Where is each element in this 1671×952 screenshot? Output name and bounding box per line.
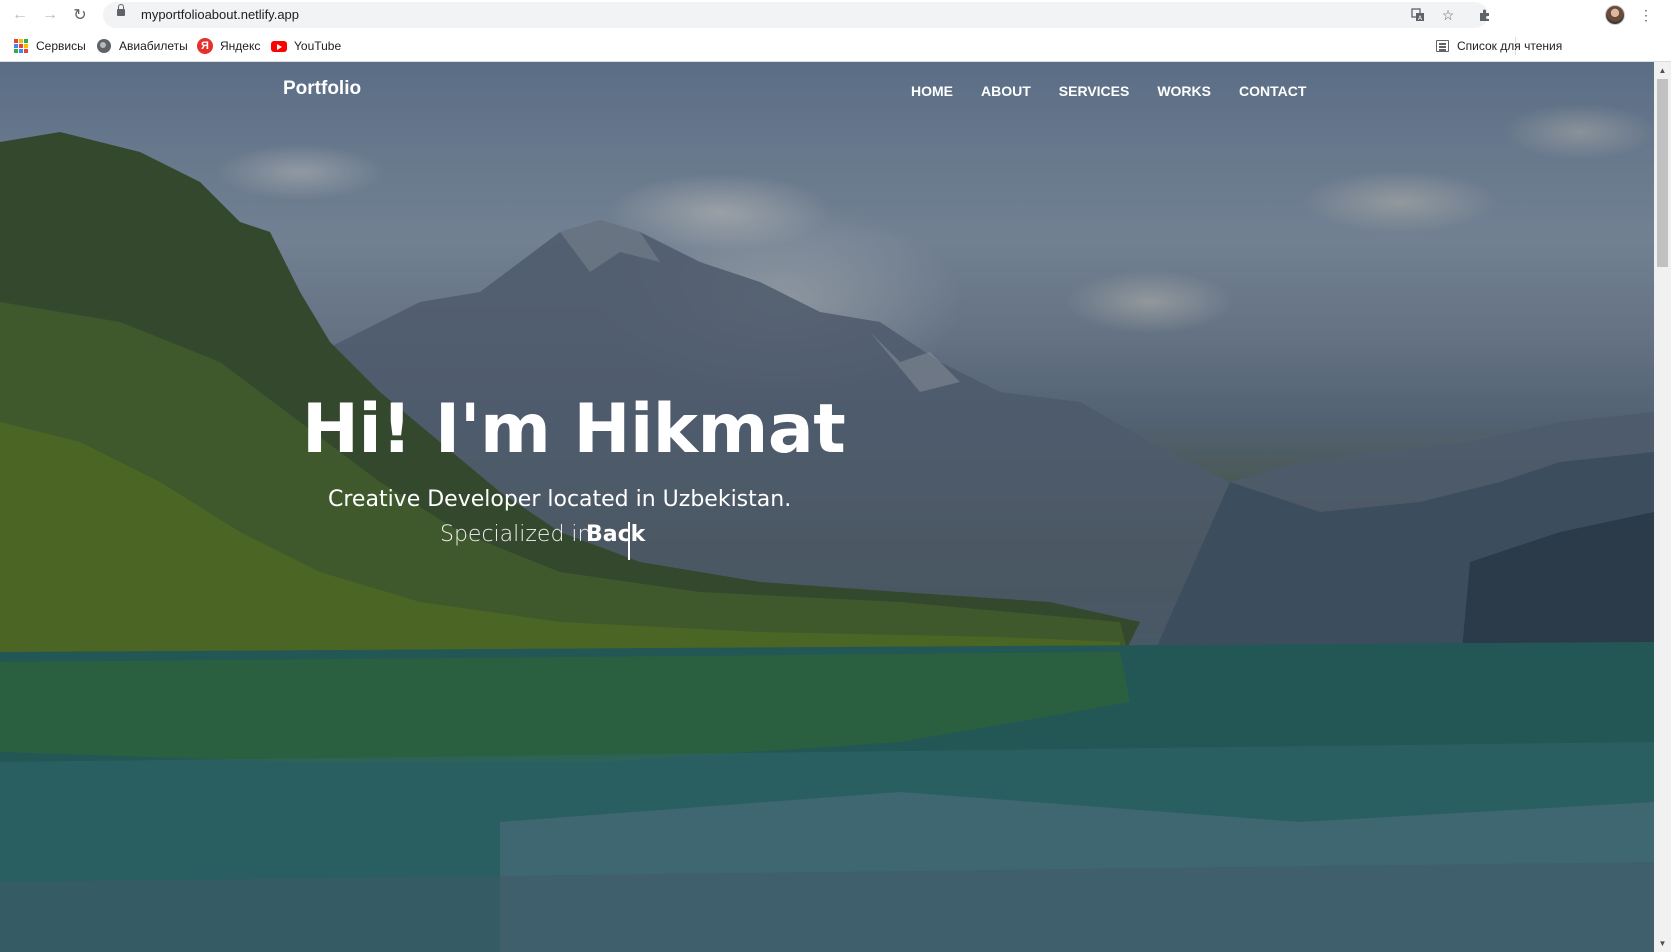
page-scrollbar[interactable]: ▲ ▼ [1654, 62, 1671, 952]
bookmark-label: Авиабилеты [119, 39, 188, 53]
apps-grid-dot [14, 44, 18, 48]
extensions-icon[interactable] [1474, 4, 1496, 26]
browser-toolbar: ← → ↻ myportfolioabout.netlify.app A ☆ ⋮ [0, 0, 1671, 30]
back-icon[interactable]: ← [8, 4, 32, 26]
hero-typed-text: Back [586, 522, 646, 547]
yandex-icon: Я [197, 38, 213, 54]
bookmark-services[interactable]: Сервисы [13, 38, 86, 54]
scroll-up-arrow-icon[interactable]: ▲ [1654, 62, 1671, 79]
youtube-icon [271, 38, 287, 54]
bookmark-label: Яндекс [220, 39, 261, 53]
apps-grid-dot [19, 39, 23, 43]
apps-grid-dot [24, 44, 28, 48]
typing-caret [628, 522, 630, 560]
page-viewport: Portfolio HOME ABOUT SERVICES WORKS CONT… [0, 62, 1654, 952]
forward-icon[interactable]: → [38, 4, 62, 26]
bookmark-star-icon[interactable]: ☆ [1438, 5, 1458, 25]
nav-home[interactable]: HOME [911, 83, 953, 99]
url-text[interactable]: myportfolioabout.netlify.app [141, 7, 299, 22]
bookmark-yandex[interactable]: Я Яндекс [197, 38, 260, 54]
reload-icon[interactable]: ↻ [68, 4, 92, 26]
reading-list-label: Список для чтения [1457, 39, 1563, 53]
reading-list-button[interactable]: Список для чтения [1434, 38, 1562, 54]
apps-grid-dot [19, 49, 23, 53]
hero-dark-overlay [0, 62, 1654, 952]
site-logo[interactable]: Portfolio [283, 78, 361, 100]
hero-specialized-prefix: Specialized in [440, 522, 592, 547]
site-nav: HOME ABOUT SERVICES WORKS CONTACT [911, 83, 1306, 99]
apps-grid-dot [24, 39, 28, 43]
hero-title: Hi! I'm Hikmat [302, 390, 846, 469]
nav-about[interactable]: ABOUT [981, 83, 1031, 99]
bookmarks-bar: Сервисы Авиабилеты Я Яндекс YouTube Спис… [0, 30, 1671, 62]
bookmark-youtube[interactable]: YouTube [271, 38, 341, 54]
bookmark-label: YouTube [294, 39, 342, 53]
apps-grid-dot [19, 44, 23, 48]
menu-kebab-icon[interactable]: ⋮ [1635, 4, 1657, 26]
globe-icon [96, 38, 112, 54]
nav-services[interactable]: SERVICES [1059, 83, 1130, 99]
bookmark-aviabilety[interactable]: Авиабилеты [96, 38, 188, 54]
nav-works[interactable]: WORKS [1157, 83, 1211, 99]
apps-grid-icon [13, 38, 29, 54]
scrollbar-thumb[interactable] [1657, 79, 1668, 267]
bookmark-label: Сервисы [36, 39, 86, 53]
apps-grid-dot [14, 39, 18, 43]
apps-grid-dot [14, 49, 18, 53]
translate-icon[interactable]: A [1408, 5, 1428, 25]
apps-grid-dot [24, 49, 28, 53]
scroll-down-arrow-icon[interactable]: ▼ [1654, 935, 1671, 952]
lock-icon[interactable] [117, 4, 125, 16]
address-bar[interactable]: myportfolioabout.netlify.app A ☆ [103, 2, 1488, 28]
nav-contact[interactable]: CONTACT [1239, 83, 1306, 99]
hero-subtitle: Creative Developer located in Uzbekistan… [328, 487, 792, 512]
reading-list-icon [1434, 38, 1450, 54]
profile-avatar[interactable] [1605, 5, 1625, 25]
